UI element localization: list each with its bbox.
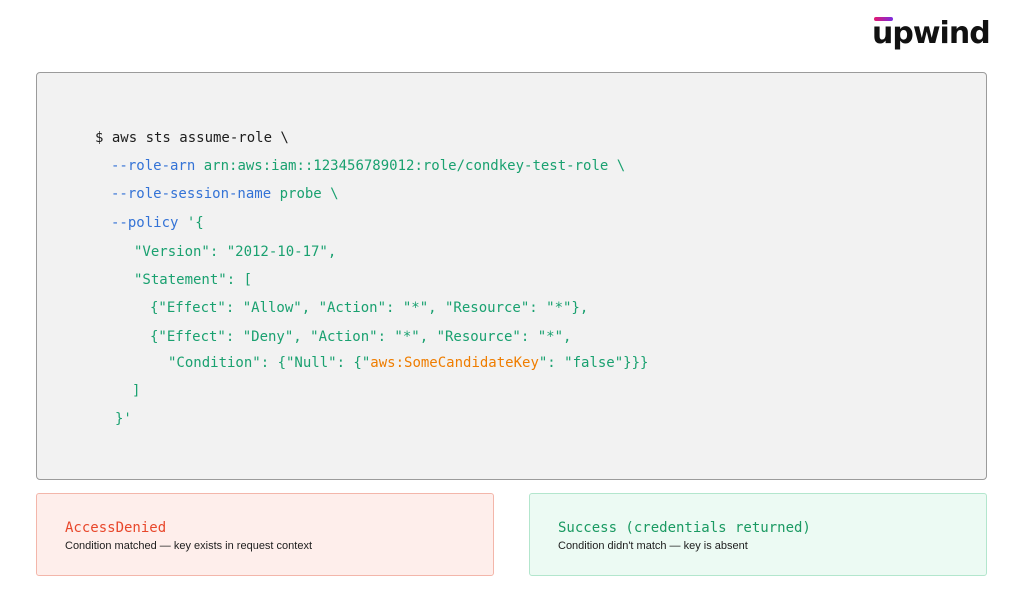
code-token: ] xyxy=(132,383,141,399)
code-line: --role-session-name probe \ xyxy=(111,185,339,203)
success-card: Success (credentials returned) Condition… xyxy=(529,493,987,576)
code-token: {"Effect": "Deny", "Action": "*", "Resou… xyxy=(150,329,572,345)
access-denied-card: AccessDenied Condition matched — key exi… xyxy=(36,493,494,576)
code-block: $ aws sts assume-role \ --role-arn arn:a… xyxy=(36,72,987,480)
access-denied-description: Condition matched — key exists in reques… xyxy=(65,540,313,552)
logo-wordmark: upwind xyxy=(872,16,991,51)
code-line: {"Effect": "Allow", "Action": "*", "Reso… xyxy=(150,299,588,317)
code-token: probe \ xyxy=(271,186,339,202)
code-line: ] xyxy=(132,382,140,400)
access-denied-title: AccessDenied xyxy=(65,520,167,536)
success-description: Condition didn't match — key is absent xyxy=(558,540,748,552)
code-token: "Condition": {"Null": {" xyxy=(168,355,371,371)
code-token: aws:SomeCandidateKey xyxy=(370,355,539,371)
code-line: "Statement": [ xyxy=(134,271,252,289)
code-line: {"Effect": "Deny", "Action": "*", "Resou… xyxy=(150,328,571,346)
code-line: $ aws sts assume-role \ xyxy=(95,129,289,147)
code-line: --policy '{ xyxy=(111,214,204,232)
code-token: arn:aws:iam::123456789012:role/condkey-t… xyxy=(195,158,626,174)
code-token: --role-arn xyxy=(111,158,196,174)
code-token: --policy xyxy=(111,215,179,231)
code-token: $ aws sts assume-role \ xyxy=(95,130,289,146)
code-token: "Version": "2012-10-17", xyxy=(134,244,337,260)
upwind-logo: upwind xyxy=(872,14,991,54)
code-line: "Version": "2012-10-17", xyxy=(134,243,336,261)
code-line: "Condition": {"Null": {"aws:SomeCandidat… xyxy=(168,354,648,372)
success-title: Success (credentials returned) xyxy=(558,520,811,536)
code-token: ": "false"}}} xyxy=(538,355,649,371)
code-line: --role-arn arn:aws:iam::123456789012:rol… xyxy=(111,157,625,175)
code-line: }' xyxy=(115,410,132,428)
code-token: "Statement": [ xyxy=(134,272,253,288)
code-token: '{ xyxy=(178,215,204,231)
code-token: {"Effect": "Allow", "Action": "*", "Reso… xyxy=(150,300,589,316)
code-token: --role-session-name xyxy=(111,186,272,202)
code-token: }' xyxy=(115,411,132,427)
